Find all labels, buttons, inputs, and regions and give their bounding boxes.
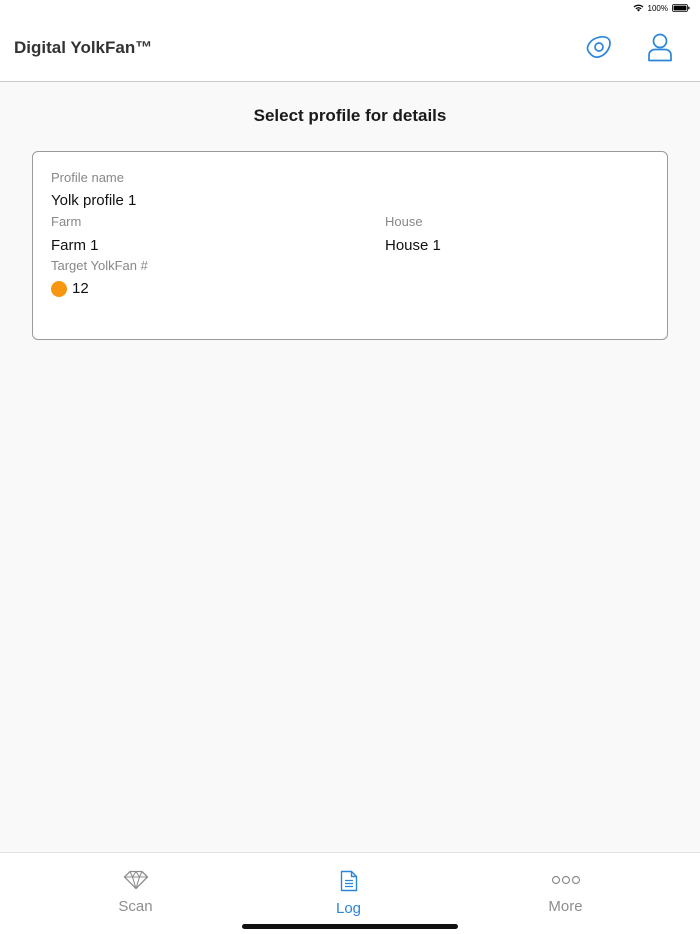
egg-button[interactable] [580, 31, 616, 67]
farm-label: Farm [51, 214, 82, 229]
battery-icon [672, 4, 690, 12]
page-title: Select profile for details [253, 106, 447, 125]
target-yolkfan-value: 12 [72, 280, 89, 297]
diamond-icon [123, 870, 149, 895]
profile-name-label: Profile name [51, 170, 124, 185]
tab-scan-label: Scan [118, 898, 153, 915]
wifi-icon [633, 4, 644, 12]
user-icon [646, 32, 674, 67]
tab-log-label: Log [335, 900, 362, 917]
status-bar: 100% [0, 0, 700, 16]
tab-more-label: More [548, 898, 583, 915]
farm-value: Farm 1 [51, 237, 99, 254]
tab-bar: Scan Log More [0, 852, 700, 934]
house-value: House 1 [385, 237, 441, 254]
tab-log[interactable]: Log [232, 853, 465, 923]
yolk-color-dot [51, 280, 67, 297]
tab-more[interactable]: More [449, 853, 682, 923]
egg-icon [582, 31, 614, 68]
battery-percentage: 100% [647, 3, 668, 13]
home-indicator[interactable] [242, 924, 458, 929]
house-label: House [385, 214, 423, 229]
tab-scan[interactable]: Scan [19, 853, 252, 923]
app-title: Digital YolkFan™ [14, 38, 153, 57]
more-icon [551, 870, 581, 895]
target-yolkfan-label: Target YolkFan # [51, 258, 148, 273]
app-header: Digital YolkFan™ [0, 16, 700, 82]
profile-name-value: Yolk profile 1 [51, 192, 137, 209]
document-icon [340, 870, 358, 897]
target-yolkfan-row: 12 [51, 280, 89, 297]
profile-card[interactable]: Profile name Yolk profile 1 Farm Farm 1 … [32, 151, 668, 340]
app-screen: 100% Digital YolkFan™ Select profile for… [0, 0, 700, 934]
user-profile-button[interactable] [642, 31, 678, 67]
